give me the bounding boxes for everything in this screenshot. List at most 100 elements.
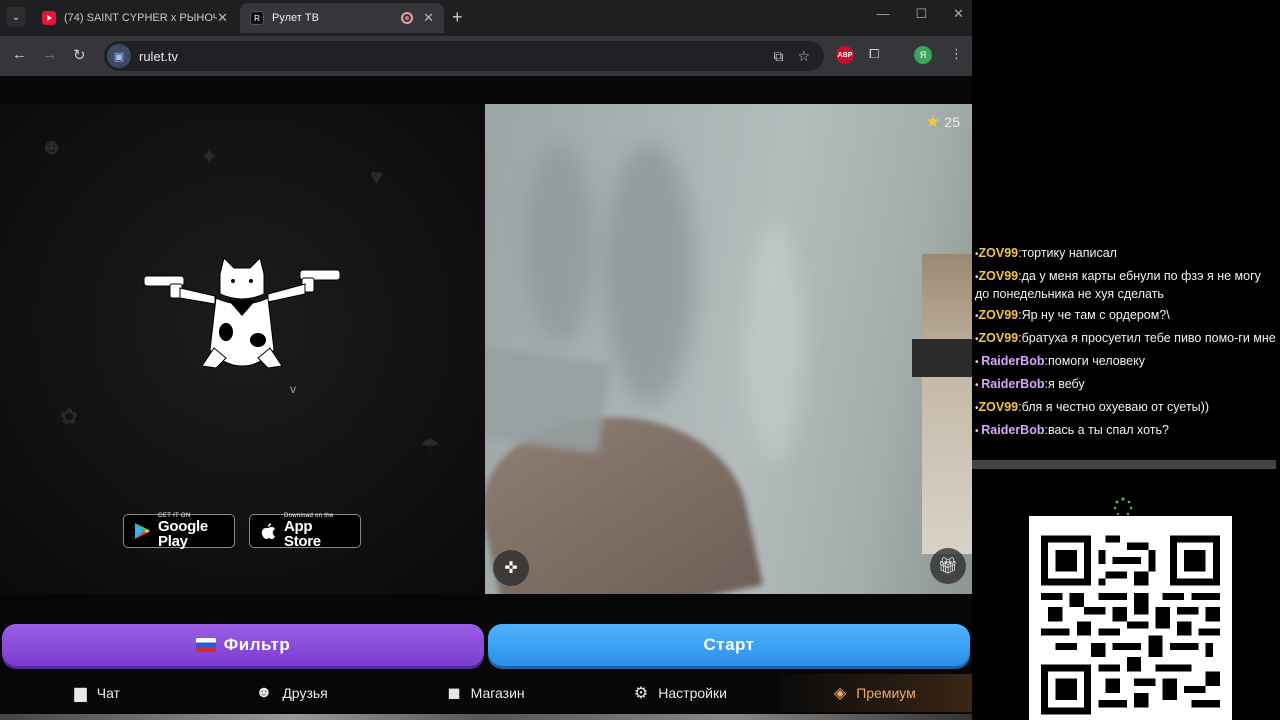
chat-message: •ZOV99:братуха я просуетил тебе пиво пом… xyxy=(975,331,1276,345)
nav-chat[interactable]: ▆ Чат xyxy=(0,674,194,712)
back-arrow-icon[interactable]: ← xyxy=(12,46,27,63)
background-doodle: ✦ xyxy=(200,144,219,169)
close-tab-icon[interactable]: ✕ xyxy=(217,10,228,26)
nav-label: Настройки xyxy=(658,685,727,701)
qr-code xyxy=(1029,516,1232,720)
nav-shop[interactable]: ◼ Магазин xyxy=(389,674,583,712)
install-app-icon[interactable]: ⧉ xyxy=(773,48,783,65)
chat-text: да у меня карты ебнули по фзэ я не могу … xyxy=(975,269,1261,301)
chat-text: вась а ты спал хоть? xyxy=(1047,423,1169,437)
chat-username: ZOV99 xyxy=(978,308,1019,322)
chat-icon: ▆ xyxy=(74,685,87,702)
chat-text: братуха я просуетил тебе пиво помо-ги мн… xyxy=(1021,331,1276,345)
reload-icon[interactable]: ↻ xyxy=(73,46,86,64)
adblock-icon[interactable]: ABP xyxy=(836,46,854,64)
gamepad-icon: ✜ xyxy=(504,560,518,577)
chat-message: • RaiderBob:я вебу xyxy=(975,377,1085,391)
premium-tag-icon: ◈ xyxy=(833,685,847,702)
shirt-fold xyxy=(745,224,805,464)
forward-arrow-icon[interactable]: → xyxy=(42,46,57,63)
background-doodle: ☂ xyxy=(420,434,440,459)
store-big-text: App Store xyxy=(284,518,321,550)
chat-text: бля я честно охуеваю от суеты)) xyxy=(1021,400,1209,414)
profile-avatar[interactable]: Я xyxy=(914,46,932,64)
friends-icon: ☻ xyxy=(255,684,273,701)
browser-toolbar: ← → ↻ ▣ rulet.tv ⧉ ☆ ABP ⧠ Я ⋮ xyxy=(0,36,972,76)
screen: ⌄ (74) SAINT CYPHER x РЫНОЧН ✕ R Рулет Т… xyxy=(0,0,1280,720)
nav-friends[interactable]: ☻ Друзья xyxy=(194,674,388,712)
browser-window: ⌄ (74) SAINT CYPHER x РЫНОЧН ✕ R Рулет Т… xyxy=(0,0,972,720)
shirt-fold xyxy=(605,144,695,404)
recording-icon xyxy=(401,12,414,24)
chat-text: я вебу xyxy=(1047,377,1085,391)
tab-search-icon[interactable]: ⌄ xyxy=(6,7,26,27)
taskbar-strip xyxy=(0,714,972,720)
russia-flag-icon xyxy=(195,638,216,652)
loading-spinner-icon xyxy=(1113,497,1133,516)
gear-icon: ⚙ xyxy=(633,685,649,702)
new-tab-button[interactable]: + xyxy=(452,7,463,28)
store-big-text: Google Play xyxy=(158,518,208,550)
bookmark-star-icon[interactable]: ☆ xyxy=(797,48,810,65)
camera-icon[interactable]: ▣ xyxy=(107,44,131,68)
close-window-icon[interactable]: ✕ xyxy=(953,6,964,22)
caret-icon: v xyxy=(290,382,296,396)
star-icon: ★ xyxy=(925,112,941,131)
chat-username: RaiderBob xyxy=(981,377,1045,391)
window-controls: — ☐ ✕ xyxy=(876,6,964,22)
extensions-icon[interactable]: ⧠ xyxy=(869,46,879,62)
chat-username: ZOV99 xyxy=(978,269,1019,283)
nav-label: Чат xyxy=(96,685,120,701)
chat-message: •ZOV99:тортику написал xyxy=(975,246,1117,260)
rating-badge: ★ 25 xyxy=(925,112,960,132)
app-store-button[interactable]: Download on the App Store xyxy=(249,513,361,550)
shop-icon: ◼ xyxy=(447,685,461,702)
background-shelf xyxy=(912,339,972,377)
shirt-fold xyxy=(525,144,595,344)
chat-username: ZOV99 xyxy=(978,400,1019,414)
chat-username: ZOV99 xyxy=(978,246,1019,260)
rulet-icon: R xyxy=(250,11,264,25)
gift-icon: 🎁︎ xyxy=(937,558,959,575)
tab-rulet[interactable]: R Рулет ТВ ✕ xyxy=(240,3,444,33)
background-doodle: ✿ xyxy=(60,404,79,429)
tab-title: Рулет ТВ xyxy=(272,12,319,24)
bottom-nav: ▆ Чат ☻ Друзья ◼ Магазин ⚙ Настройки ◈ П… xyxy=(0,674,972,712)
chat-feed: •ZOV99:тортику написал •ZOV99:да у меня … xyxy=(972,244,1276,444)
background-wall xyxy=(922,254,972,554)
google-play-button[interactable]: GET IT ON Google Play xyxy=(123,513,235,550)
chat-message: • RaiderBob:помоги человеку xyxy=(975,354,1145,368)
minimize-icon[interactable]: — xyxy=(876,6,889,22)
nav-label: Премиум xyxy=(856,685,916,701)
games-button[interactable]: ✜ xyxy=(493,550,529,586)
tab-bar: ⌄ (74) SAINT CYPHER x РЫНОЧН ✕ R Рулет Т… xyxy=(0,0,972,36)
nav-label: Магазин xyxy=(470,685,525,701)
start-button[interactable]: Старт xyxy=(488,624,970,666)
chat-text: помоги человеку xyxy=(1047,354,1145,368)
chat-message: •ZOV99:да у меня карты ебнули по фзэ я н… xyxy=(975,269,1261,301)
maximize-icon[interactable]: ☐ xyxy=(915,6,927,22)
chat-divider xyxy=(972,460,1276,469)
address-bar[interactable]: ▣ rulet.tv ⧉ ☆ xyxy=(104,41,824,71)
chat-username: RaiderBob xyxy=(981,354,1045,368)
filter-button[interactable]: Фильтр xyxy=(2,624,484,666)
close-tab-icon[interactable]: ✕ xyxy=(423,10,434,26)
partner-video: ★ 25 ✜ 🎁︎ xyxy=(485,104,972,594)
background-doodle: ♥ xyxy=(370,164,384,189)
nav-settings[interactable]: ⚙ Настройки xyxy=(583,674,777,712)
rating-value: 25 xyxy=(944,114,960,130)
apple-icon xyxy=(261,523,275,539)
nav-premium[interactable]: ◈ Премиум xyxy=(777,674,972,712)
url-text: rulet.tv xyxy=(139,48,179,64)
cat-mascot-icon xyxy=(143,257,341,369)
stream-overlay: •ZOV99:тортику написал •ZOV99:да у меня … xyxy=(972,0,1280,720)
kebab-menu-icon[interactable]: ⋮ xyxy=(950,46,963,62)
youtube-icon xyxy=(42,11,56,25)
gift-button[interactable]: 🎁︎ xyxy=(930,548,966,584)
chat-username: ZOV99 xyxy=(978,331,1019,345)
nav-label: Друзья xyxy=(282,685,328,701)
self-camera-panel: ☻ ♥ ✿ ☂ ✦ v GET IT ON Google Play Downlo… xyxy=(0,104,485,594)
chat-text: Яр ну че там с ордером?\ xyxy=(1021,308,1170,322)
chat-message: • RaiderBob:вась а ты спал хоть? xyxy=(975,423,1169,437)
tab-youtube[interactable]: (74) SAINT CYPHER x РЫНОЧН ✕ xyxy=(32,3,238,33)
